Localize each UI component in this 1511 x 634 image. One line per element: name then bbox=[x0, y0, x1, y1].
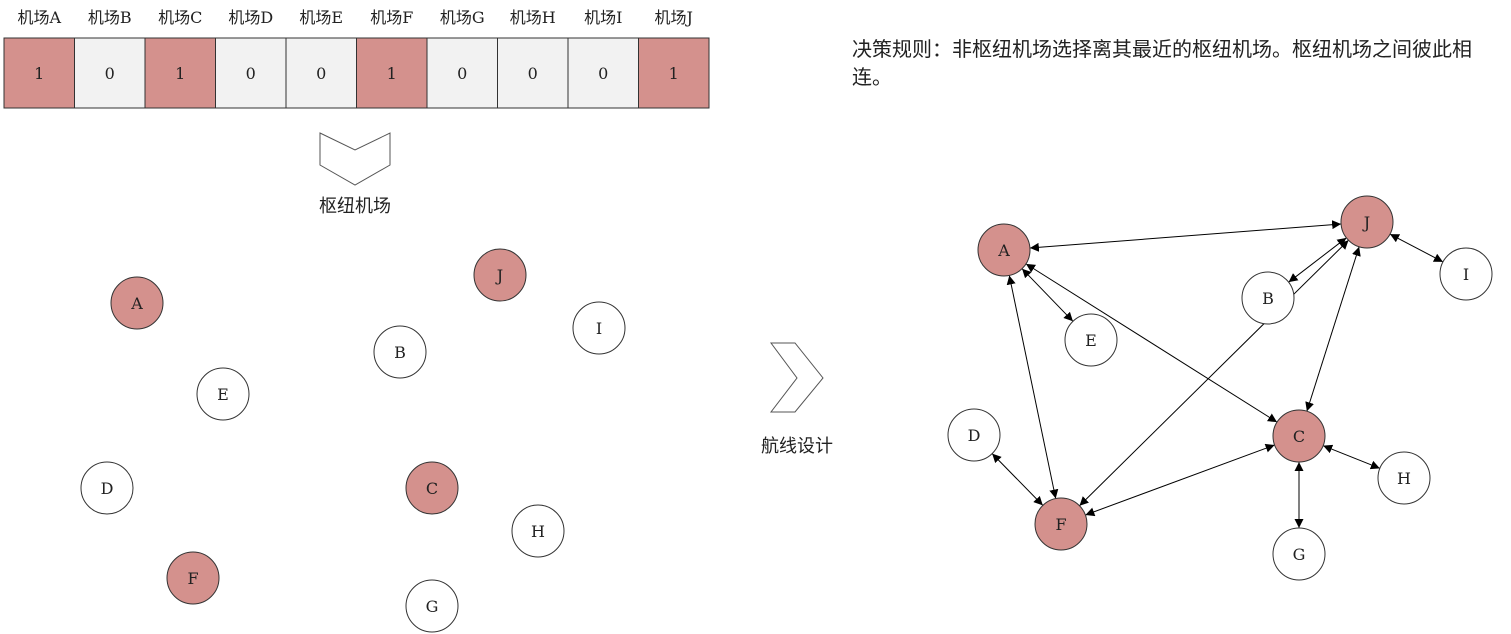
airport-node-label: I bbox=[1463, 265, 1469, 284]
airport-node-label: A bbox=[130, 294, 143, 313]
airport-node-label: H bbox=[1397, 469, 1411, 488]
hub-flag-value: 0 bbox=[316, 64, 326, 83]
decision-rule-text: 决策规则：非枢纽机场选择离其最近的枢纽机场。枢纽机场之间彼此相连。 bbox=[852, 37, 1472, 89]
airport-header: 机场J bbox=[655, 8, 693, 27]
hub-flag-value: 1 bbox=[669, 64, 679, 83]
chevron-down-icon bbox=[319, 132, 391, 186]
hub-flag-value: 0 bbox=[528, 64, 538, 83]
airport-hub-table: 机场A 1 机场B 0 机场C 1 机场D 0 机场E 0 机场F 1 机场G 0 机场H 0 机场I 0 机场J 1 bbox=[3, 8, 710, 109]
route-edge bbox=[1025, 263, 1278, 423]
airport-header: 机场I bbox=[584, 8, 622, 27]
airport-node-label: J bbox=[495, 266, 503, 285]
airport-node-label: E bbox=[217, 385, 229, 404]
route-edge bbox=[1029, 220, 1342, 252]
airport-node-label: I bbox=[596, 319, 602, 338]
chevron-right-icon bbox=[769, 342, 824, 413]
airport-header: 机场H bbox=[510, 8, 556, 27]
airport-node-label: G bbox=[426, 597, 439, 616]
diagram-canvas: 机场A 1 机场B 0 机场C 1 机场D 0 机场E 0 机场F 1 机场G 0 机场H 0 机场I 0 机场J 1… bbox=[3, 8, 1493, 633]
airport-header: 机场D bbox=[228, 8, 273, 27]
hub-flag-value: 1 bbox=[387, 64, 397, 83]
airport-header: 机场C bbox=[158, 8, 202, 27]
route-edge bbox=[1322, 444, 1381, 470]
hub-flag-value: 1 bbox=[34, 64, 44, 83]
airport-header: 机场E bbox=[299, 8, 343, 27]
airport-node-label: F bbox=[1055, 515, 1066, 534]
airport-node-label: B bbox=[1262, 289, 1274, 308]
airport-node-label: F bbox=[187, 569, 198, 588]
airport-node-label: E bbox=[1085, 331, 1097, 350]
step2-label: 航线设计 bbox=[761, 436, 833, 457]
airport-node-label: J bbox=[1362, 213, 1370, 232]
route-edge bbox=[991, 453, 1044, 506]
route-edge bbox=[1021, 268, 1074, 322]
route-edge bbox=[1079, 239, 1349, 507]
airport-node-label: C bbox=[426, 479, 438, 498]
airport-node-label: G bbox=[1293, 545, 1306, 564]
route-edge bbox=[1305, 246, 1361, 412]
hub-flag-value: 0 bbox=[598, 64, 608, 83]
airport-header: 机场F bbox=[370, 8, 413, 27]
airport-header: 机场B bbox=[88, 8, 132, 27]
airport-node-label: B bbox=[394, 343, 406, 362]
airport-node-label: D bbox=[968, 426, 981, 445]
hub-flag-value: 1 bbox=[175, 64, 185, 83]
airport-header: 机场G bbox=[440, 8, 485, 27]
hub-flag-value: 0 bbox=[457, 64, 467, 83]
airport-node-label: D bbox=[101, 479, 114, 498]
route-edge bbox=[1389, 233, 1444, 263]
route-network: A B C D E F G H I J bbox=[947, 195, 1493, 581]
route-edges bbox=[991, 220, 1444, 528]
airport-header: 机场A bbox=[17, 8, 61, 27]
airport-node-label: A bbox=[997, 241, 1010, 260]
route-edge bbox=[1085, 443, 1275, 517]
airport-layout: A B C D E F G H I J bbox=[80, 248, 626, 633]
step1-label: 枢纽机场 bbox=[319, 196, 391, 217]
route-edge bbox=[1006, 275, 1059, 499]
hub-flag-value: 0 bbox=[105, 64, 115, 83]
airport-node-label: H bbox=[531, 522, 545, 541]
airport-node-label: C bbox=[1293, 427, 1305, 446]
route-edge bbox=[1288, 237, 1347, 283]
hub-flag-value: 0 bbox=[246, 64, 256, 83]
